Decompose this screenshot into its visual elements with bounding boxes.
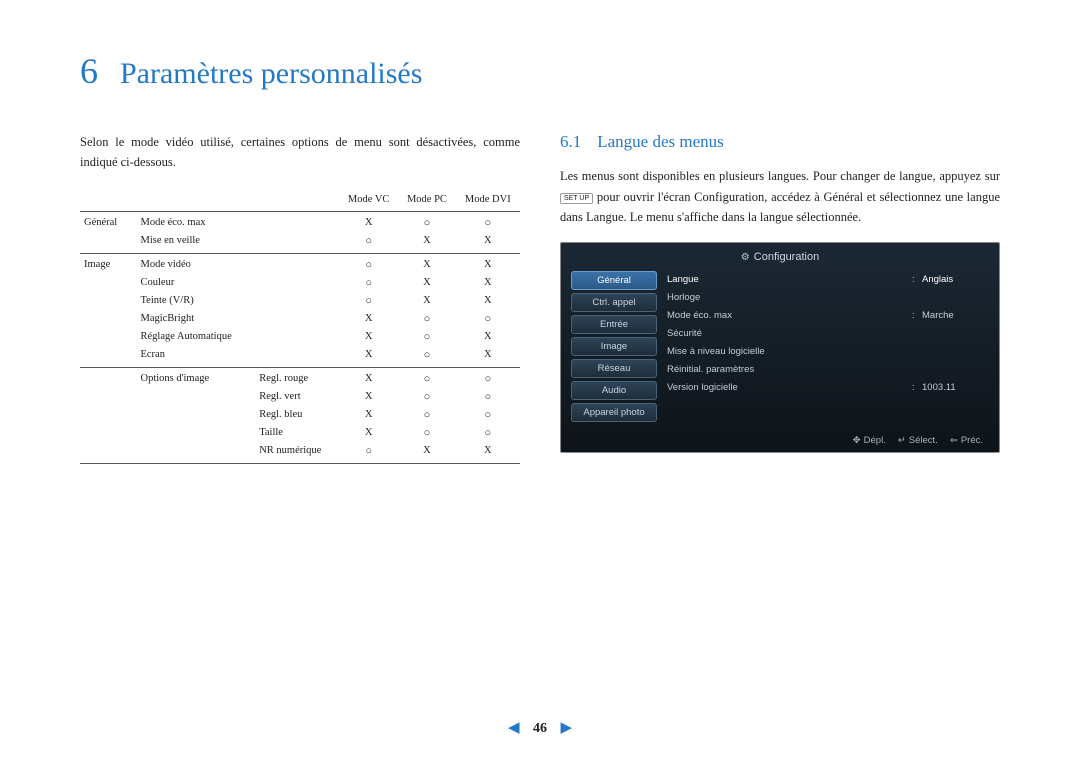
osd-content-row[interactable]: Version logicielle:1003.11 (665, 379, 989, 397)
chapter-header: 6 Paramètres personnalisés (80, 50, 1000, 92)
pager: ◀ 46 ▶ (0, 718, 1080, 737)
table-row: Options d'imageRegl. rougeX (80, 368, 520, 389)
osd-menu-item[interactable]: Général (571, 271, 657, 290)
select-icon: ↵ (898, 435, 906, 446)
osd-menu-item[interactable]: Entrée (571, 315, 657, 334)
col-mode-pc: Mode PC (398, 190, 455, 212)
table-row: CouleurXX (80, 274, 520, 292)
table-row: MagicBrightX (80, 310, 520, 328)
osd-content-row[interactable]: Mode éco. max:Marche (665, 307, 989, 325)
osd-screenshot: ⚙Configuration Général Ctrl. appel Entrée I… (560, 242, 1000, 453)
table-row: Réglage AutomatiqueXX (80, 328, 520, 346)
table-row: NR numériqueXX (80, 442, 520, 464)
chapter-title: Paramètres personnalisés (120, 57, 422, 91)
osd-menu: Général Ctrl. appel Entrée Image Réseau Audio… (571, 271, 657, 425)
intro-text: Selon le mode vidéo utilisé, certaines o… (80, 132, 520, 172)
osd-footer-select: ↵Sélect. (898, 435, 938, 446)
osd-title: ⚙Configuration (571, 251, 989, 263)
osd-content-row[interactable]: Réinitial. paramètres (665, 361, 989, 379)
col-mode-dvi: Mode DVI (456, 190, 520, 212)
gear-icon: ⚙ (741, 252, 750, 263)
section-number: 6.1 (560, 132, 581, 152)
table-row: Mise en veilleXX (80, 232, 520, 254)
prev-icon: ⇐ (950, 435, 958, 446)
osd-menu-item[interactable]: Réseau (571, 359, 657, 378)
osd-content-row[interactable]: Sécurité (665, 325, 989, 343)
osd-content-row[interactable]: Langue:Anglais (665, 271, 989, 289)
osd-menu-item[interactable]: Image (571, 337, 657, 356)
setup-key: SET UP (560, 193, 593, 205)
next-page-arrow[interactable]: ▶ (551, 720, 583, 736)
table-row: Teinte (V/R)XX (80, 292, 520, 310)
section-heading: 6.1 Langue des menus (560, 132, 1000, 152)
table-row: TailleX (80, 424, 520, 442)
page-number: 46 (533, 721, 547, 736)
move-icon: ✥ (853, 435, 861, 446)
table-row: Regl. bleuX (80, 406, 520, 424)
section-text: Les menus sont disponibles en plusieurs … (560, 166, 1000, 228)
osd-content: Langue:AnglaisHorlogeMode éco. max:March… (665, 271, 989, 425)
col-mode-vc: Mode VC (339, 190, 398, 212)
osd-footer: ✥Dépl. ↵Sélect. ⇐Préc. (571, 429, 989, 446)
left-column: Selon le mode vidéo utilisé, certaines o… (80, 132, 520, 464)
chapter-number: 6 (80, 50, 98, 92)
osd-menu-item[interactable]: Appareil photo (571, 403, 657, 422)
osd-footer-prev: ⇐Préc. (950, 435, 983, 446)
table-row: GénéralMode éco. maxX (80, 212, 520, 233)
osd-menu-item[interactable]: Audio (571, 381, 657, 400)
table-row: Regl. vertX (80, 388, 520, 406)
osd-footer-move: ✥Dépl. (853, 435, 886, 446)
right-column: 6.1 Langue des menus Les menus sont disp… (560, 132, 1000, 464)
osd-menu-item[interactable]: Ctrl. appel (571, 293, 657, 312)
osd-content-row[interactable]: Horloge (665, 289, 989, 307)
section-title: Langue des menus (597, 132, 724, 152)
prev-page-arrow[interactable]: ◀ (498, 720, 530, 736)
table-row: ImageMode vidéoXX (80, 254, 520, 275)
table-row: EcranXX (80, 346, 520, 368)
osd-content-row[interactable]: Mise à niveau logicielle (665, 343, 989, 361)
options-table: Mode VC Mode PC Mode DVI GénéralMode éco… (80, 190, 520, 464)
